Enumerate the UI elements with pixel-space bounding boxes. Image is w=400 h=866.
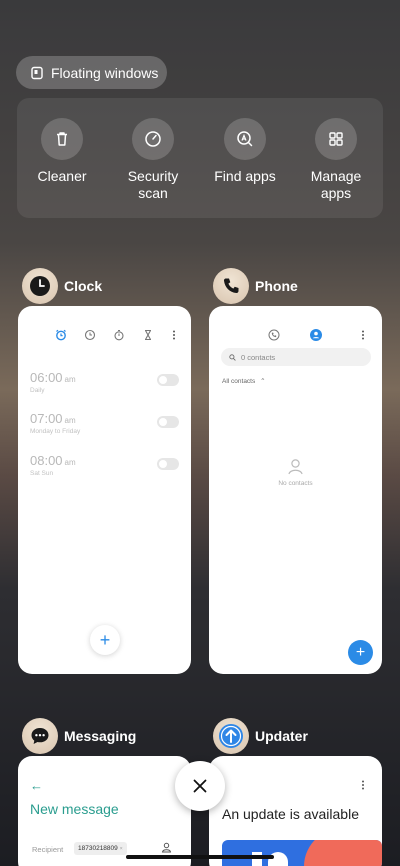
manage-apps-label-line2: apps <box>320 185 352 201</box>
sort-chevron-icon: ⌃ <box>260 378 266 385</box>
messaging-app-icon <box>22 718 58 754</box>
alarm-tab-icon[interactable] <box>55 328 67 341</box>
stopwatch-tab-icon[interactable] <box>113 328 125 341</box>
alarm-time: 07:00 <box>30 411 63 426</box>
alarm-toggle[interactable] <box>157 374 179 386</box>
clock-tab-bar <box>18 328 191 342</box>
empty-contacts-message: No contacts <box>278 480 313 487</box>
floating-windows-button[interactable]: Floating windows <box>16 56 167 89</box>
recipient-chip[interactable]: 18730218809 × <box>74 842 127 855</box>
add-contact-icon[interactable] <box>161 842 172 853</box>
phone-icon <box>223 278 239 294</box>
more-options-icon[interactable] <box>357 329 369 341</box>
security-scan-label-line1: Security <box>127 168 179 184</box>
recipient-label: Recipient <box>32 845 64 854</box>
phone-app-icon <box>213 268 249 304</box>
alarm-repeat: Monday to Friday <box>30 428 81 435</box>
find-apps-icon-circle <box>224 118 266 160</box>
shield-icon <box>145 131 161 147</box>
updater-app-card[interactable]: An update is available <box>209 756 382 866</box>
alarm-ampm: am <box>64 375 76 384</box>
world-clock-tab-icon[interactable] <box>84 328 96 341</box>
clock-app-card[interactable]: 06:00 am Daily 07:00 am Monday to Friday 0… <box>18 306 191 674</box>
manage-apps-button[interactable]: Manage apps <box>291 118 381 202</box>
alarm-repeat: Daily <box>30 387 45 394</box>
home-indicator[interactable] <box>126 855 274 859</box>
contacts-search-input[interactable]: 0 contacts <box>221 348 371 366</box>
filter-label: All contacts <box>222 378 256 385</box>
alarm-time: 06:00 <box>30 370 63 385</box>
update-arrow-icon <box>219 724 243 748</box>
security-icon-circle <box>132 118 174 160</box>
phone-app-card[interactable]: 0 contacts All contacts ⌃ No contacts + <box>209 306 382 674</box>
clear-all-button[interactable] <box>175 761 225 811</box>
manage-apps-label-line1: Manage <box>310 168 362 184</box>
updater-app-header[interactable]: Updater <box>213 718 308 754</box>
message-bubble-icon <box>31 728 49 744</box>
updater-app-name: Updater <box>255 728 308 744</box>
updater-app-icon <box>213 718 249 754</box>
messaging-app-header[interactable]: Messaging <box>22 718 136 754</box>
more-options-icon[interactable] <box>357 779 369 791</box>
add-contact-button[interactable]: + <box>348 640 373 665</box>
cleaner-label: Cleaner <box>37 168 87 184</box>
cleaner-button[interactable]: Cleaner <box>17 118 107 185</box>
plus-icon: + <box>99 629 111 650</box>
remove-recipient-icon[interactable]: × <box>120 846 123 852</box>
clock-app-icon <box>22 268 58 304</box>
security-scan-button[interactable]: Security scan <box>108 118 198 202</box>
security-scan-label-line2: scan <box>138 185 168 201</box>
floating-windows-label: Floating windows <box>51 64 159 81</box>
alarm-ampm: am <box>64 416 76 425</box>
recents-tab-icon[interactable] <box>268 329 280 341</box>
plus-icon: + <box>355 643 366 661</box>
more-options-icon[interactable] <box>168 328 180 340</box>
add-alarm-button[interactable]: + <box>90 625 120 655</box>
find-apps-icon <box>237 131 253 147</box>
close-icon <box>193 779 207 793</box>
messaging-app-name: Messaging <box>64 728 137 744</box>
alarm-repeat: Sat Sun <box>30 470 54 477</box>
update-banner-image <box>222 840 382 866</box>
person-icon <box>288 459 303 475</box>
alarm-ampm: am <box>64 458 76 467</box>
phone-app-header[interactable]: Phone <box>213 268 298 304</box>
new-message-title: New message <box>30 801 119 817</box>
update-available-headline: An update is available <box>222 806 359 822</box>
phone-app-name: Phone <box>255 278 298 294</box>
cleaner-icon-circle <box>41 118 83 160</box>
clock-app-name: Clock <box>64 278 103 294</box>
alarm-time: 08:00 <box>30 453 63 468</box>
timer-tab-icon[interactable] <box>142 328 154 341</box>
clock-app-header[interactable]: Clock <box>22 268 102 304</box>
manage-apps-icon-circle <box>315 118 357 160</box>
recipient-number: 18730218809 <box>78 845 118 852</box>
find-apps-label: Find apps <box>214 168 276 184</box>
search-placeholder: 0 contacts <box>241 352 276 362</box>
messaging-app-card[interactable]: ← New message Recipient 18730218809 × <box>18 756 191 866</box>
grid-icon <box>329 132 343 146</box>
search-icon <box>229 353 236 361</box>
floating-window-icon <box>31 66 43 79</box>
alarm-toggle[interactable] <box>157 458 179 470</box>
back-arrow-icon[interactable]: ← <box>30 778 43 793</box>
find-apps-button[interactable]: Find apps <box>200 118 290 185</box>
clock-icon <box>30 276 50 296</box>
banner-shape <box>304 840 382 866</box>
contacts-tab-icon[interactable] <box>310 329 322 341</box>
alarm-toggle[interactable] <box>157 416 179 428</box>
quick-tools-panel: Cleaner Security scan Find apps Manage a… <box>17 98 383 218</box>
contacts-filter-dropdown[interactable]: All contacts ⌃ <box>222 377 266 385</box>
trash-icon <box>57 132 67 146</box>
